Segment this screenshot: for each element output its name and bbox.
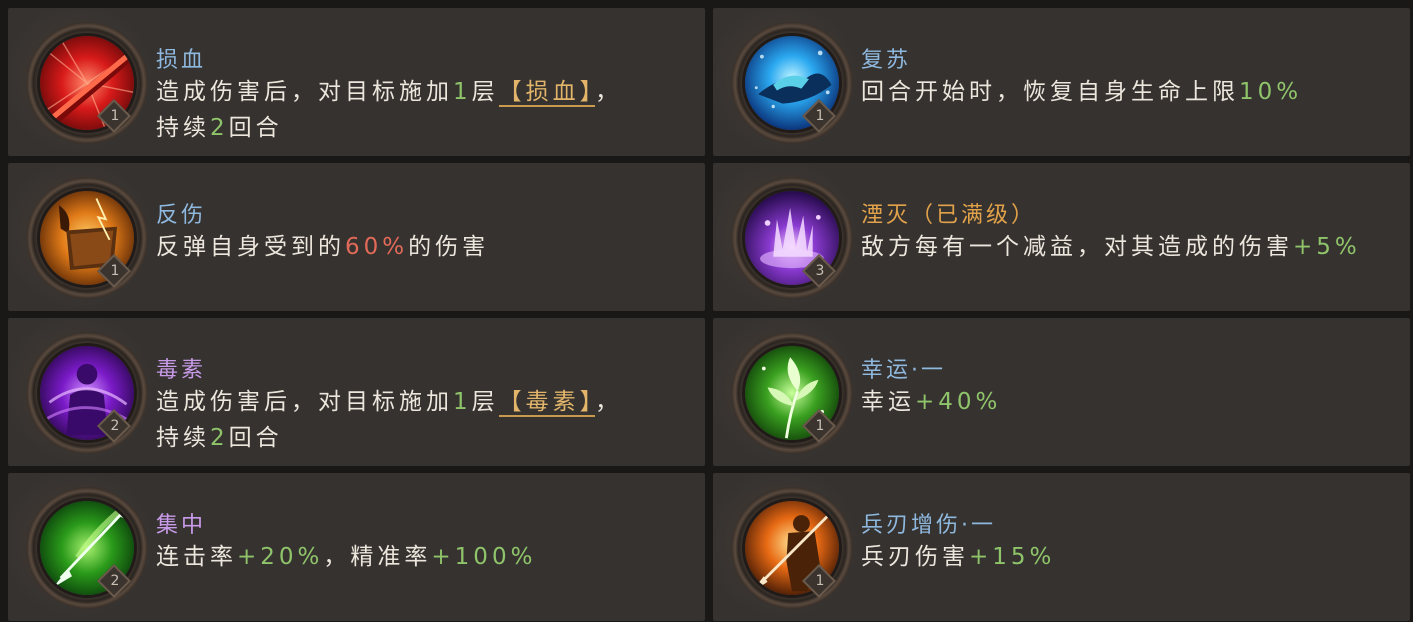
skill-name: 兵刃增伤·一 xyxy=(861,513,996,538)
skill-name: 湮灭（已满级） xyxy=(861,203,1037,228)
skill-description: 反弹自身受到的60%的伤害 xyxy=(156,234,490,260)
skill-name: 复苏 xyxy=(861,48,912,73)
level-number: 3 xyxy=(815,263,825,279)
level-number: 1 xyxy=(815,108,825,124)
skill-name: 幸运·一 xyxy=(861,358,946,383)
level-number: 1 xyxy=(815,573,825,589)
skill-card-sunxue[interactable]: 1 损血 造成伤害后，对目标施加1层【损血】，持续2回合 xyxy=(8,8,705,156)
skill-card-jizhong[interactable]: 2 集中 连击率+20%，精准率+100% xyxy=(8,473,705,621)
level-number: 2 xyxy=(110,418,120,434)
level-number: 1 xyxy=(110,263,120,279)
status-tag-sunxue[interactable]: 【损血】 xyxy=(498,79,596,107)
skill-description: 回合开始时，恢复自身生命上限10% xyxy=(861,79,1303,105)
skill-icon-frame xyxy=(731,22,853,144)
skill-name: 毒素 xyxy=(156,358,207,383)
level-number: 1 xyxy=(815,418,825,434)
skill-card-bingren[interactable]: 1 兵刃增伤·一 兵刃伤害+15% xyxy=(713,473,1410,621)
skill-description: 幸运+40% xyxy=(861,389,1002,415)
skill-icon-frame xyxy=(731,177,853,299)
skill-description: 连击率+20%，精准率+100% xyxy=(156,544,537,570)
skill-icon-frame xyxy=(731,487,853,609)
skill-name: 集中 xyxy=(156,513,207,538)
skill-icon-frame xyxy=(26,487,148,609)
skill-icon-frame xyxy=(26,22,148,144)
status-tag-dusu[interactable]: 【毒素】 xyxy=(498,389,596,417)
skill-name: 损血 xyxy=(156,48,207,73)
skill-card-yanmie[interactable]: 3 湮灭（已满级） 敌方每有一个减益，对其造成的伤害+5% xyxy=(713,163,1410,311)
level-number: 1 xyxy=(110,108,120,124)
skill-icon-frame xyxy=(26,177,148,299)
skill-name: 反伤 xyxy=(156,203,207,228)
skill-description: 造成伤害后，对目标施加1层【损血】，持续2回合 xyxy=(156,79,623,141)
skill-description: 兵刃伤害+15% xyxy=(861,544,1056,570)
skill-card-xingyun[interactable]: 1 幸运·一 幸运+40% xyxy=(713,318,1410,466)
skill-description: 造成伤害后，对目标施加1层【毒素】，持续2回合 xyxy=(156,389,623,451)
skill-grid: 1 损血 造成伤害后，对目标施加1层【损血】，持续2回合 1 复苏 回合开始时，… xyxy=(0,0,1413,622)
skill-icon-frame xyxy=(26,332,148,454)
level-number: 2 xyxy=(110,573,120,589)
skill-description: 敌方每有一个减益，对其造成的伤害+5% xyxy=(861,234,1361,260)
skill-card-fanshang[interactable]: 1 反伤 反弹自身受到的60%的伤害 xyxy=(8,163,705,311)
skill-icon-frame xyxy=(731,332,853,454)
skill-card-dusu[interactable]: 2 毒素 造成伤害后，对目标施加1层【毒素】，持续2回合 xyxy=(8,318,705,466)
skill-card-fusu[interactable]: 1 复苏 回合开始时，恢复自身生命上限10% xyxy=(713,8,1410,156)
